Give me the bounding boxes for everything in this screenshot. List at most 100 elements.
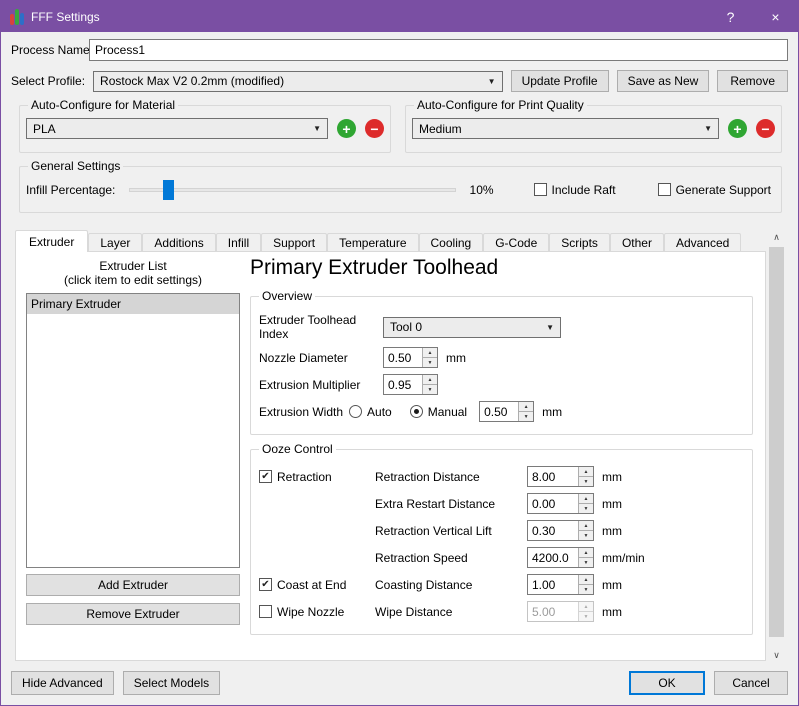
quality-dropdown[interactable]: Medium ▼ [412, 118, 719, 139]
include-raft-checkbox[interactable]: Include Raft [534, 183, 616, 197]
spin-up-icon[interactable]: ▲ [423, 375, 437, 385]
cancel-button[interactable]: Cancel [714, 671, 788, 695]
coast-at-end-checkbox[interactable]: ✔ Coast at End [259, 578, 375, 592]
extra-restart-input[interactable] [528, 494, 578, 513]
fff-settings-dialog: FFF Settings ? × Process Name: Select Pr… [0, 0, 799, 706]
generate-support-checkbox[interactable]: Generate Support [658, 183, 771, 197]
chevron-down-icon: ▼ [488, 77, 496, 86]
coasting-distance-input[interactable] [528, 575, 578, 594]
extrusion-width-input[interactable] [480, 402, 518, 421]
spin-up-icon[interactable]: ▲ [579, 467, 593, 477]
remove-quality-button[interactable]: − [756, 119, 775, 138]
checkbox-box [658, 183, 671, 196]
add-quality-button[interactable]: + [728, 119, 747, 138]
overview-title: Overview [259, 289, 315, 303]
radio-circle [410, 405, 423, 418]
tab-advanced[interactable]: Advanced [664, 233, 741, 252]
spin-down-icon[interactable]: ▼ [579, 558, 593, 567]
vertical-lift-input[interactable] [528, 521, 578, 540]
spin-up-icon[interactable]: ▲ [579, 494, 593, 504]
wipe-distance-label: Wipe Distance [375, 605, 527, 619]
spin-up-icon[interactable]: ▲ [423, 348, 437, 358]
infill-percentage-slider[interactable] [129, 180, 455, 200]
scroll-down-icon[interactable]: ∨ [768, 648, 785, 663]
vertical-scrollbar[interactable]: ∧ ∨ [768, 230, 785, 663]
add-extruder-button[interactable]: Add Extruder [26, 574, 240, 596]
tab-gcode[interactable]: G-Code [483, 233, 549, 252]
extrusion-width-unit: mm [542, 405, 562, 419]
spin-down-icon[interactable]: ▼ [579, 585, 593, 594]
scrollbar-thumb[interactable] [769, 247, 784, 637]
coasting-distance-label: Coasting Distance [375, 578, 527, 592]
retraction-speed-spinner[interactable]: ▲▼ [527, 547, 594, 568]
help-icon[interactable]: ? [708, 1, 753, 32]
tab-infill[interactable]: Infill [216, 233, 261, 252]
retraction-distance-input[interactable] [528, 467, 578, 486]
retraction-speed-label: Retraction Speed [375, 551, 527, 565]
slider-handle[interactable] [163, 180, 174, 200]
retraction-distance-label: Retraction Distance [375, 470, 527, 484]
checkbox-check-icon: ✔ [259, 470, 272, 483]
material-dropdown[interactable]: PLA ▼ [26, 118, 328, 139]
retraction-distance-unit: mm [602, 470, 622, 484]
toolhead-index-dropdown[interactable]: Tool 0 ▼ [383, 317, 561, 338]
hide-advanced-button[interactable]: Hide Advanced [11, 671, 114, 695]
tab-scripts[interactable]: Scripts [549, 233, 610, 252]
tab-temperature[interactable]: Temperature [327, 233, 418, 252]
infill-percentage-value: 10% [468, 183, 494, 197]
extrusion-width-manual-radio[interactable]: Manual [410, 405, 467, 419]
remove-profile-button[interactable]: Remove [717, 70, 788, 92]
nozzle-diameter-spinner[interactable]: ▲▼ [383, 347, 438, 368]
page-title: Primary Extruder Toolhead [250, 256, 753, 280]
spin-up-icon[interactable]: ▲ [579, 521, 593, 531]
material-value: PLA [33, 122, 309, 136]
retraction-distance-spinner[interactable]: ▲▼ [527, 466, 594, 487]
spin-up-icon[interactable]: ▲ [519, 402, 533, 412]
wipe-nozzle-checkbox[interactable]: Wipe Nozzle [259, 605, 375, 619]
tab-cooling[interactable]: Cooling [419, 233, 484, 252]
nozzle-diameter-input[interactable] [384, 348, 422, 367]
spin-down-icon[interactable]: ▼ [579, 504, 593, 513]
title-bar: FFF Settings ? × [1, 1, 798, 32]
spin-down-icon[interactable]: ▼ [423, 358, 437, 367]
tab-additions[interactable]: Additions [142, 233, 215, 252]
select-models-button[interactable]: Select Models [123, 671, 220, 695]
coasting-distance-spinner[interactable]: ▲▼ [527, 574, 594, 595]
extrusion-width-spinner[interactable]: ▲▼ [479, 401, 534, 422]
retraction-checkbox[interactable]: ✔ Retraction [259, 470, 375, 484]
tab-layer[interactable]: Layer [88, 233, 142, 252]
spin-down-icon[interactable]: ▼ [519, 412, 533, 421]
process-name-input[interactable] [89, 39, 788, 61]
profile-dropdown[interactable]: Rostock Max V2 0.2mm (modified) ▼ [93, 71, 503, 92]
spin-down-icon[interactable]: ▼ [423, 385, 437, 394]
spin-down-icon[interactable]: ▼ [579, 531, 593, 540]
spin-up-icon[interactable]: ▲ [579, 548, 593, 558]
extrusion-multiplier-spinner[interactable]: ▲▼ [383, 374, 438, 395]
vertical-lift-spinner[interactable]: ▲▼ [527, 520, 594, 541]
manual-label: Manual [428, 405, 467, 419]
list-item[interactable]: Primary Extruder [27, 294, 239, 314]
slider-track [129, 188, 455, 192]
extruder-list[interactable]: Primary Extruder [26, 293, 240, 568]
extra-restart-spinner[interactable]: ▲▼ [527, 493, 594, 514]
extrusion-multiplier-input[interactable] [384, 375, 422, 394]
add-material-button[interactable]: + [337, 119, 356, 138]
retraction-speed-input[interactable] [528, 548, 578, 567]
ok-button[interactable]: OK [629, 671, 705, 695]
tab-other[interactable]: Other [610, 233, 664, 252]
tab-support[interactable]: Support [261, 233, 327, 252]
tab-bar: Extruder Layer Additions Infill Support … [15, 230, 766, 252]
process-name-label: Process Name: [11, 43, 89, 57]
remove-material-button[interactable]: − [365, 119, 384, 138]
extrusion-width-auto-radio[interactable]: Auto [349, 405, 392, 419]
remove-extruder-button[interactable]: Remove Extruder [26, 603, 240, 625]
save-as-new-button[interactable]: Save as New [617, 70, 710, 92]
include-raft-label: Include Raft [552, 183, 616, 197]
toolhead-index-label: Extruder Toolhead Index [259, 313, 383, 341]
close-icon[interactable]: × [753, 1, 798, 32]
tab-extruder[interactable]: Extruder [15, 230, 88, 252]
scroll-up-icon[interactable]: ∧ [768, 230, 785, 245]
spin-up-icon[interactable]: ▲ [579, 575, 593, 585]
update-profile-button[interactable]: Update Profile [511, 70, 609, 92]
spin-down-icon[interactable]: ▼ [579, 477, 593, 486]
